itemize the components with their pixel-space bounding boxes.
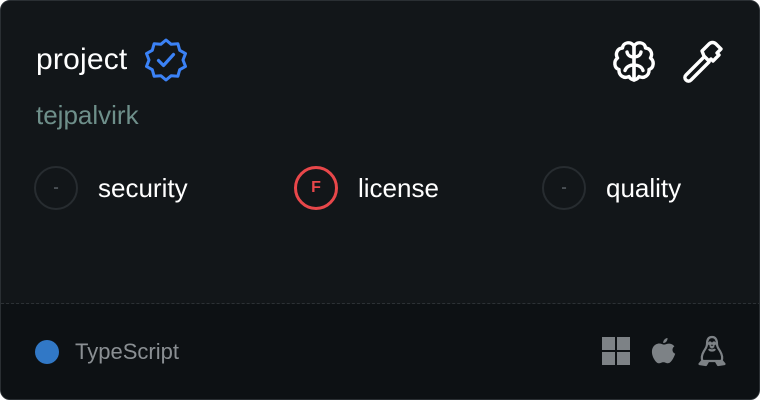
apple-icon (649, 335, 679, 367)
verified-badge-icon (143, 37, 189, 83)
metric-license[interactable]: F license (294, 164, 439, 212)
top-actions (610, 37, 726, 85)
language-indicator: TypeScript (35, 337, 179, 367)
linux-icon (697, 335, 727, 367)
windows-icon (601, 335, 631, 367)
hammer-icon[interactable] (678, 37, 726, 85)
platform-icons (601, 335, 727, 367)
card-footer: TypeScript (1, 304, 759, 399)
brain-icon[interactable] (610, 37, 658, 85)
language-label: TypeScript (75, 339, 179, 364)
owner-name[interactable]: tejpalvirk (36, 97, 139, 133)
card-header: project (36, 37, 189, 83)
metric-quality[interactable]: - quality (542, 164, 681, 212)
metric-security[interactable]: - security (34, 164, 188, 212)
license-label: license (358, 173, 439, 203)
security-grade-badge: - (34, 166, 78, 210)
quality-label: quality (606, 173, 682, 203)
security-label: security (98, 173, 188, 203)
project-title[interactable]: project (36, 38, 127, 82)
metrics-row: - security F license - quality (34, 164, 734, 212)
license-grade-badge: F (294, 166, 338, 210)
quality-grade-badge: - (542, 166, 586, 210)
project-card[interactable]: project tejpalvirk - security F license … (0, 0, 760, 400)
language-color-dot (35, 340, 59, 364)
